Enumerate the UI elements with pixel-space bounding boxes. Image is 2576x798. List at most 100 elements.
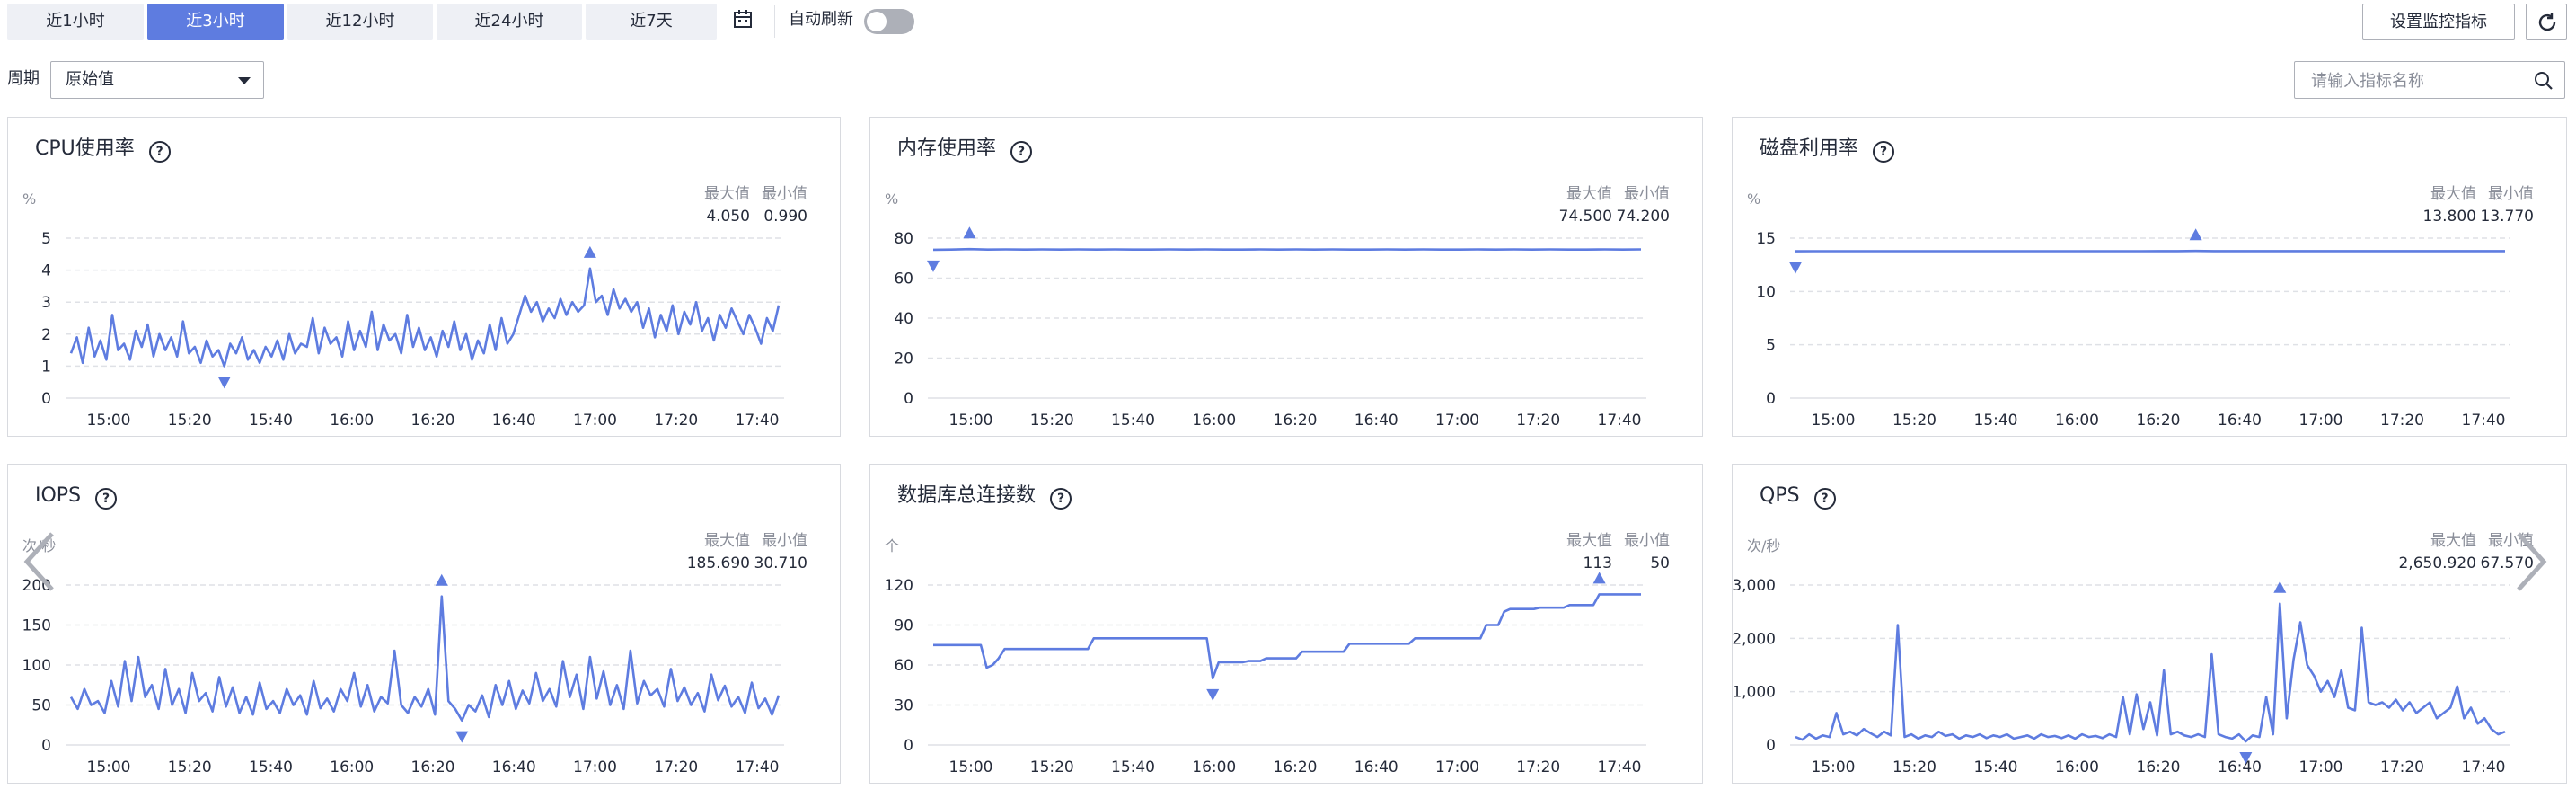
x-tick-label: 16:00	[1192, 758, 1236, 776]
x-tick-label: 17:40	[736, 758, 780, 776]
x-tick-label: 16:40	[2218, 758, 2262, 776]
y-tick-label: 1,000	[1733, 684, 1776, 702]
x-tick-label: 17:20	[654, 412, 698, 430]
max-marker	[963, 226, 976, 239]
min-marker	[1206, 688, 1220, 701]
x-tick-label: 17:00	[573, 758, 617, 776]
x-tick-label: 15:00	[87, 412, 131, 430]
min-label: 最小值	[762, 185, 807, 203]
max-value: 2,650.920	[2398, 554, 2476, 572]
min-label: 最小值	[1624, 532, 1670, 550]
max-marker	[583, 245, 596, 258]
x-tick-label: 15:20	[1030, 412, 1074, 430]
x-tick-label: 15:00	[949, 758, 993, 776]
period-select[interactable]: 原始值	[50, 61, 264, 99]
x-tick-label: 16:00	[330, 758, 374, 776]
y-tick-label: 0	[41, 737, 51, 755]
set-metrics-button[interactable]: 设置监控指标	[2362, 4, 2515, 40]
x-tick-label: 15:40	[249, 758, 293, 776]
x-tick-label: 15:40	[1974, 412, 2018, 430]
tab-1h[interactable]: 近1小时	[7, 4, 144, 40]
y-tick-label: 0	[904, 737, 913, 755]
chevron-left-icon	[23, 532, 54, 591]
calendar-icon[interactable]	[733, 9, 753, 29]
max-value: 185.690	[687, 554, 750, 572]
x-tick-label: 16:20	[411, 758, 455, 776]
tab-12h[interactable]: 近12小时	[287, 4, 433, 40]
refresh-button[interactable]	[2526, 4, 2567, 40]
x-tick-label: 17:20	[2380, 758, 2424, 776]
search-icon[interactable]	[2534, 71, 2554, 91]
y-tick-label: 2,000	[1733, 630, 1776, 648]
min-marker	[1789, 262, 1802, 274]
max-marker	[2273, 581, 2287, 593]
x-tick-label: 17:20	[2380, 412, 2424, 430]
chart-plot: % 最大值 最小值 4.050 0.990 0 1 2 3 4 5 15:00 15:20 15:40 16…	[22, 185, 807, 430]
unit-label: 次/秒	[1747, 537, 1780, 554]
x-tick-label: 15:40	[1111, 412, 1155, 430]
x-tick-label: 15:00	[1812, 758, 1856, 776]
series-line	[932, 247, 1642, 252]
max-marker	[1592, 572, 1606, 584]
auto-refresh-toggle[interactable]	[864, 9, 914, 34]
y-tick-label: 150	[22, 617, 51, 635]
y-tick-label: 30	[894, 697, 913, 715]
chart-card-disk: 磁盘利用率? % 最大值 最小值 13.800 13.770 0 5 10 15 15:00 15:…	[1732, 117, 2567, 437]
x-tick-label: 17:40	[2462, 412, 2506, 430]
min-value: 13.770	[2481, 208, 2534, 226]
search-input[interactable]	[2309, 69, 2528, 93]
chart-plot: % 最大值 最小值 13.800 13.770 0 5 10 15 15:00 15:20 15:40…	[1747, 185, 2534, 430]
divider	[774, 5, 775, 38]
x-tick-label: 16:40	[1354, 758, 1398, 776]
x-tick-label: 15:40	[1974, 758, 2018, 776]
y-tick-label: 100	[22, 657, 51, 675]
x-tick-label: 17:00	[1435, 758, 1479, 776]
max-marker	[435, 573, 448, 586]
y-tick-label: 4	[41, 262, 51, 280]
x-tick-label: 17:00	[2299, 412, 2343, 430]
x-tick-label: 15:20	[168, 412, 212, 430]
prev-arrow[interactable]	[22, 530, 57, 593]
tab-24h[interactable]: 近24小时	[437, 4, 582, 40]
tab-7d[interactable]: 近7天	[586, 4, 717, 40]
x-tick-label: 16:00	[330, 412, 374, 430]
x-tick-label: 16:20	[411, 412, 455, 430]
max-label: 最大值	[1566, 185, 1612, 203]
x-tick-label: 17:20	[1516, 412, 1560, 430]
max-value: 113	[1584, 554, 1612, 572]
auto-refresh-label: 自动刷新	[789, 10, 853, 29]
x-tick-label: 15:40	[1111, 758, 1155, 776]
x-tick-label: 15:00	[87, 758, 131, 776]
max-value: 74.500	[1559, 208, 1612, 226]
chart-plot: 次/秒 最大值 最小值185.690 30.71005010015020015:00 1…	[22, 532, 807, 776]
series-line	[69, 267, 781, 368]
chevron-right-icon	[2517, 532, 2547, 591]
next-arrow[interactable]	[2513, 530, 2549, 593]
y-tick-label: 5	[41, 230, 51, 248]
x-tick-label: 16:20	[1274, 758, 1318, 776]
x-tick-label: 17:00	[1435, 412, 1479, 430]
x-tick-label: 17:40	[736, 412, 780, 430]
x-tick-label: 16:00	[1192, 412, 1236, 430]
x-tick-label: 15:20	[1030, 758, 1074, 776]
y-tick-label: 60	[894, 657, 913, 675]
x-tick-label: 16:20	[2137, 758, 2181, 776]
x-tick-label: 17:00	[2299, 758, 2343, 776]
x-tick-label: 15:00	[949, 412, 993, 430]
x-tick-label: 15:00	[1812, 412, 1856, 430]
chart-plot: 次/秒 最大值 最小值2,650.920 67.57001,0002,0003,000…	[1733, 532, 2534, 776]
x-tick-label: 16:20	[2137, 412, 2181, 430]
min-label: 最小值	[2488, 185, 2534, 203]
refresh-icon	[2538, 13, 2556, 31]
x-tick-label: 17:40	[1598, 758, 1642, 776]
series-line	[1795, 602, 2506, 743]
x-tick-label: 15:20	[168, 758, 212, 776]
min-value: 50	[1650, 554, 1670, 572]
y-tick-label: 40	[894, 310, 913, 328]
min-value: 30.710	[754, 554, 807, 572]
y-tick-label: 2	[41, 326, 51, 344]
max-label: 最大值	[704, 185, 750, 203]
x-tick-label: 16:40	[1354, 412, 1398, 430]
tab-3h[interactable]: 近3小时	[147, 4, 284, 40]
max-value: 13.800	[2423, 208, 2476, 226]
